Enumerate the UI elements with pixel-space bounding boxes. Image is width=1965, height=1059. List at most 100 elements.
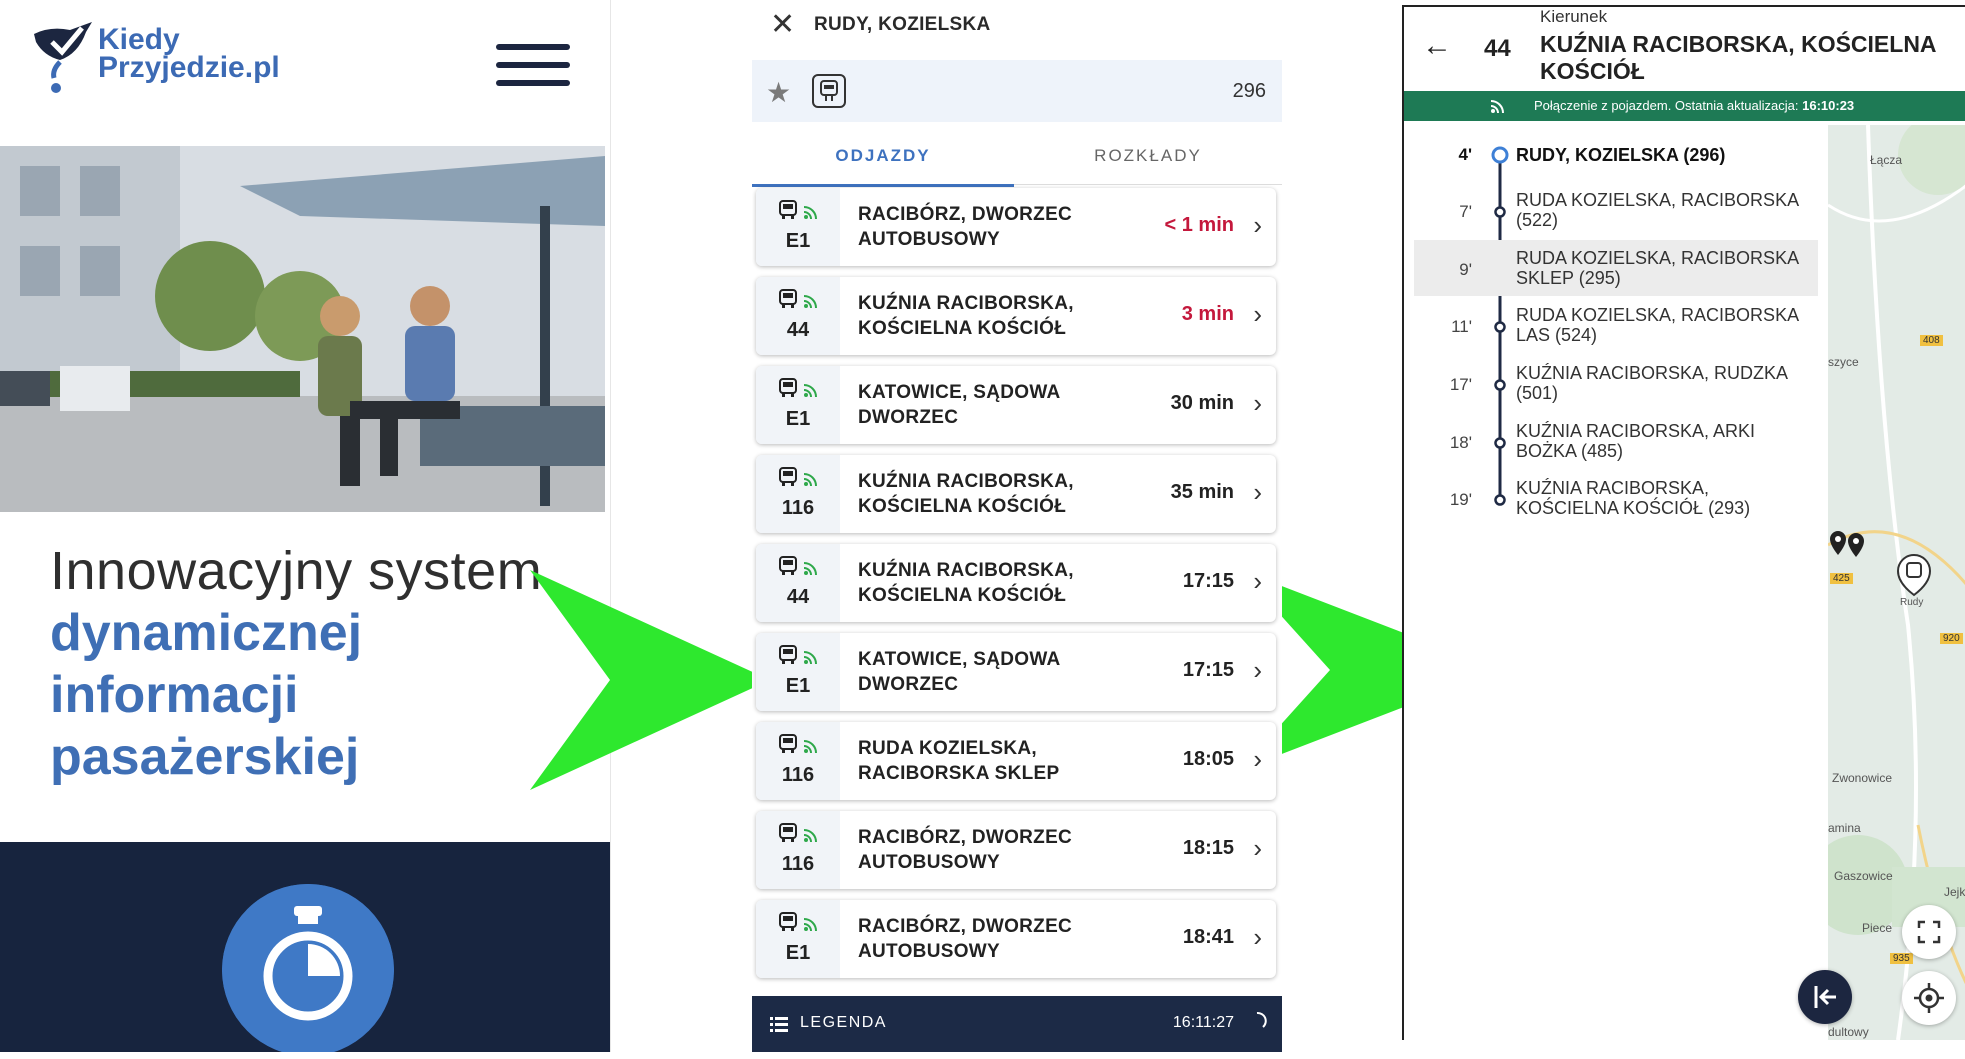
logo-text-line1: Kiedy	[98, 23, 180, 56]
realtime-icon	[803, 473, 817, 487]
map-label-zwonowice: Zwonowice	[1832, 771, 1893, 785]
bus-icon	[779, 556, 797, 575]
departure-row[interactable]: E1 KATOWICE, SĄDOWA DWORZEC 30 min ›	[756, 366, 1276, 444]
route-stop[interactable]: 11' RUDA KOZIELSKA, RACIBORSKA LAS (524)	[1414, 297, 1818, 353]
back-arrow-icon[interactable]: ←	[1422, 29, 1452, 63]
chevron-right-icon: ›	[1253, 833, 1262, 863]
stop-number: 296	[1232, 80, 1266, 102]
chevron-right-icon: ›	[1253, 566, 1262, 596]
route-stop[interactable]: 19' KUŹNIA RACIBORSKA, KOŚCIELNA KOŚCIÓŁ …	[1414, 470, 1818, 526]
map-road-408: 408	[1920, 335, 1943, 346]
departure-row[interactable]: 116 KUŹNIA RACIBORSKA, KOŚCIELNA KOŚCIÓŁ 3…	[756, 455, 1276, 533]
map-view[interactable]: Łącza 408 szyce 425 Rudy 920 Zwonowice a…	[1828, 125, 1965, 1040]
stop-toolbar: ★ 296	[752, 60, 1282, 122]
map-label-amina: amina	[1828, 821, 1861, 835]
realtime-icon	[803, 295, 817, 309]
departure-destination: RUDA KOZIELSKA, RACIBORSKA SKLEP	[858, 738, 1060, 784]
departure-row[interactable]: E1 RACIBÓRZ, DWORZEC AUTOBUSOWY 18:41 ›	[756, 900, 1276, 978]
route-stop[interactable]: 4' RUDY, KOZIELSKA (296)	[1414, 125, 1818, 181]
stop-minutes: 18'	[1449, 433, 1472, 452]
crosshair-icon	[1914, 983, 1944, 1013]
star-icon[interactable]: ★	[766, 76, 791, 109]
departure-line-box: E1	[756, 188, 840, 266]
locate-button[interactable]	[1902, 971, 1956, 1025]
departure-destination: RACIBÓRZ, DWORZEC AUTOBUSOWY	[858, 204, 1073, 250]
list-icon[interactable]	[770, 1016, 788, 1032]
hamburger-icon[interactable]	[496, 44, 570, 86]
departure-line-box: 116	[756, 455, 840, 533]
route-header: ← 44 Kierunek KUŹNIA RACIBORSKA, KOŚCIEL…	[1404, 7, 1965, 89]
departure-time: 18:15	[1182, 837, 1234, 859]
departure-destination: KUŹNIA RACIBORSKA, KOŚCIELNA KOŚCIÓŁ	[858, 560, 1074, 606]
tagline-bold-2: informacji	[50, 666, 299, 724]
stop-minutes: 7'	[1459, 202, 1472, 221]
tagline: Innowacyjny system dynamicznej informacj…	[50, 540, 590, 788]
stop-minutes: 11'	[1451, 317, 1472, 336]
legend-button[interactable]: LEGENDA	[800, 1014, 887, 1032]
map-label-piece: Piece	[1862, 921, 1893, 935]
departure-row[interactable]: E1 KATOWICE, SĄDOWA DWORZEC 17:15 ›	[756, 633, 1276, 711]
map-pins-icon[interactable]	[1828, 529, 1868, 565]
departure-line-number: E1	[785, 230, 811, 252]
chevron-right-icon: ›	[1253, 655, 1262, 685]
realtime-icon	[803, 384, 817, 398]
tagline-line1: Innowacyjny system	[50, 541, 543, 601]
chevron-right-icon: ›	[1253, 210, 1262, 240]
realtime-icon	[803, 918, 817, 932]
stopwatch-icon	[222, 884, 394, 1052]
route-stop[interactable]: 18' KUŹNIA RACIBORSKA, ARKI BOŻKA (485)	[1414, 413, 1818, 469]
departure-line-box: 44	[756, 277, 840, 355]
map-label-jejk: Jejk	[1944, 885, 1965, 899]
chevron-right-icon: ›	[1253, 477, 1262, 507]
tab-departures[interactable]: ODJAZDY	[752, 130, 1014, 187]
departure-row[interactable]: 44 KUŹNIA RACIBORSKA, KOŚCIELNA KOŚCIÓŁ 3 …	[756, 277, 1276, 355]
collapse-panel-button[interactable]	[1798, 970, 1852, 1024]
close-icon[interactable]: ✕	[770, 10, 795, 40]
departure-destination: RACIBÓRZ, DWORZEC AUTOBUSOWY	[858, 827, 1073, 873]
expand-icon	[1917, 920, 1941, 944]
stop-name: KUŹNIA RACIBORSKA, ARKI BOŻKA (485)	[1516, 421, 1756, 461]
departure-time: 18:05	[1182, 748, 1234, 770]
departures-panel: ✕ RUDY, KOZIELSKA ★ 296 ODJAZDY ROZKŁADY…	[752, 0, 1282, 1052]
departure-row[interactable]: 116 RACIBÓRZ, DWORZEC AUTOBUSOWY 18:15 ›	[756, 811, 1276, 889]
departure-time: 18:41	[1182, 926, 1234, 948]
map-bus-stop-icon[interactable]	[1894, 553, 1934, 597]
bus-icon	[779, 289, 797, 308]
flow-arrow-1	[530, 570, 770, 790]
realtime-icon	[803, 829, 817, 843]
route-line-number: 44	[1484, 35, 1511, 62]
departure-line-box: 116	[756, 722, 840, 800]
route-direction: KUŹNIA RACIBORSKA, KOŚCIELNA KOŚCIÓŁ	[1540, 31, 1936, 84]
stop-name: RUDA KOZIELSKA, RACIBORSKA (522)	[1516, 190, 1799, 230]
hero-image	[0, 146, 605, 512]
fullscreen-button[interactable]	[1902, 905, 1956, 959]
homepage-panel: Kiedy Przyjedzie.pl Innowacyjny system d…	[0, 0, 611, 1052]
tab-timetables[interactable]: ROZKŁADY	[1014, 130, 1282, 185]
departure-line-box: E1	[756, 900, 840, 978]
site-header: Kiedy Przyjedzie.pl	[0, 0, 610, 140]
refresh-icon[interactable]	[1246, 1010, 1268, 1032]
route-stop[interactable]: 7' RUDA KOZIELSKA, RACIBORSKA (522)	[1414, 182, 1818, 238]
departure-line-box: 44	[756, 544, 840, 622]
map-label-gaszowice: Gaszowice	[1834, 869, 1893, 883]
departure-row[interactable]: 44 KUŹNIA RACIBORSKA, KOŚCIELNA KOŚCIÓŁ 17…	[756, 544, 1276, 622]
realtime-icon	[803, 562, 817, 576]
route-stop[interactable]: 9' RUDA KOZIELSKA, RACIBORSKA SKLEP (295)	[1414, 240, 1818, 296]
bus-icon	[779, 734, 797, 753]
departure-time: 3 min	[1181, 303, 1234, 325]
route-stops-list: 4' RUDY, KOZIELSKA (296) 7' RUDA KOZIELSKA,…	[1404, 125, 1828, 545]
departure-destination: KUŹNIA RACIBORSKA, KOŚCIELNA KOŚCIÓŁ	[858, 471, 1074, 517]
chevron-right-icon: ›	[1253, 744, 1262, 774]
route-stop[interactable]: 17' KUŹNIA RACIBORSKA, RUDZKA (501)	[1414, 355, 1818, 411]
departure-line-box: E1	[756, 633, 840, 711]
stop-name: RUDY, KOZIELSKA	[814, 14, 991, 35]
departure-time: 30 min	[1170, 392, 1234, 414]
departure-row[interactable]: E1 RACIBÓRZ, DWORZEC AUTOBUSOWY < 1 min ›	[756, 188, 1276, 266]
status-message: Połączenie z pojazdem. Ostatnia aktualiz…	[1534, 98, 1799, 113]
departure-line-number: 44	[786, 586, 810, 608]
departure-row[interactable]: 116 RUDA KOZIELSKA, RACIBORSKA SKLEP 18:05…	[756, 722, 1276, 800]
bus-stop-icon[interactable]	[812, 74, 846, 108]
bus-icon	[779, 467, 797, 486]
stop-name: KUŹNIA RACIBORSKA, RUDZKA (501)	[1516, 363, 1788, 403]
departure-time: 17:15	[1182, 570, 1234, 592]
